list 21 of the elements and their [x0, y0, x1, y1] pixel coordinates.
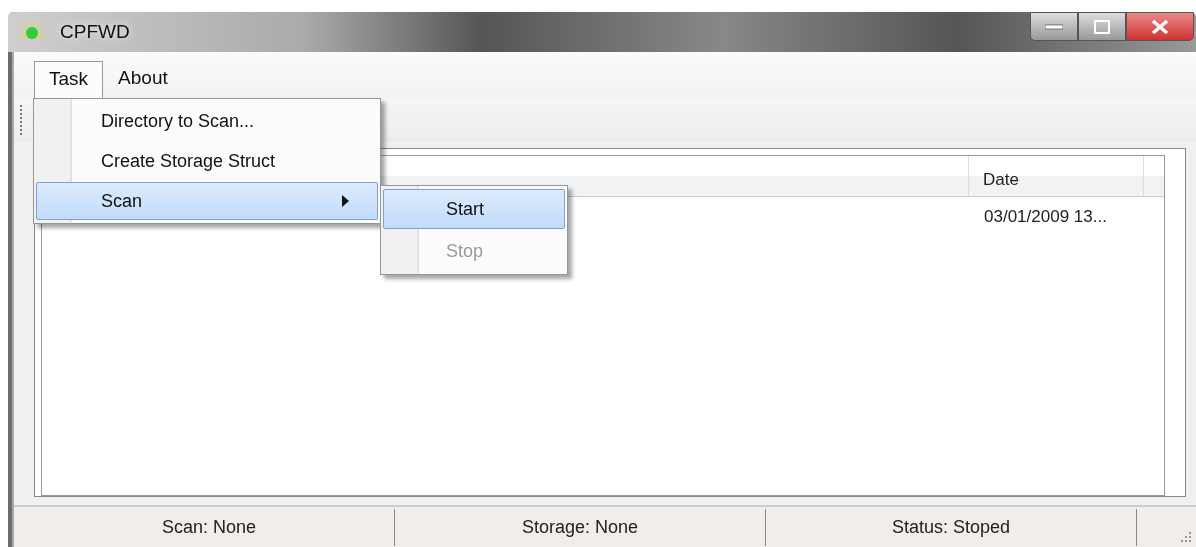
- table-cell-text: 03/01/2009 13...: [983, 206, 1108, 228]
- resize-grip-icon[interactable]: [1178, 529, 1192, 543]
- minimize-button[interactable]: [1030, 12, 1078, 41]
- status-panel: Storage: None: [395, 508, 766, 546]
- window-title: CPFWD: [60, 21, 130, 43]
- maximize-icon: [1094, 19, 1110, 34]
- close-button[interactable]: [1126, 12, 1194, 41]
- submenu-arrow-icon: [342, 195, 349, 207]
- menu-item[interactable]: Task: [34, 61, 104, 98]
- status-panel: Scan: None: [24, 508, 395, 546]
- close-icon: [1151, 18, 1169, 35]
- minimize-icon: [1045, 23, 1063, 30]
- menu-item[interactable]: Start: [383, 189, 565, 229]
- menu-item[interactable]: About: [103, 60, 183, 98]
- menu-item[interactable]: Scan: [36, 182, 378, 220]
- status-panel: Status: Stoped: [766, 508, 1137, 546]
- menu-item[interactable]: Create Storage Struct: [36, 142, 378, 180]
- menu-item[interactable]: Directory to Scan...: [36, 102, 378, 140]
- maximize-button[interactable]: [1078, 12, 1126, 41]
- column-header[interactable]: Date: [969, 156, 1144, 196]
- toolbar-grip[interactable]: [20, 105, 25, 135]
